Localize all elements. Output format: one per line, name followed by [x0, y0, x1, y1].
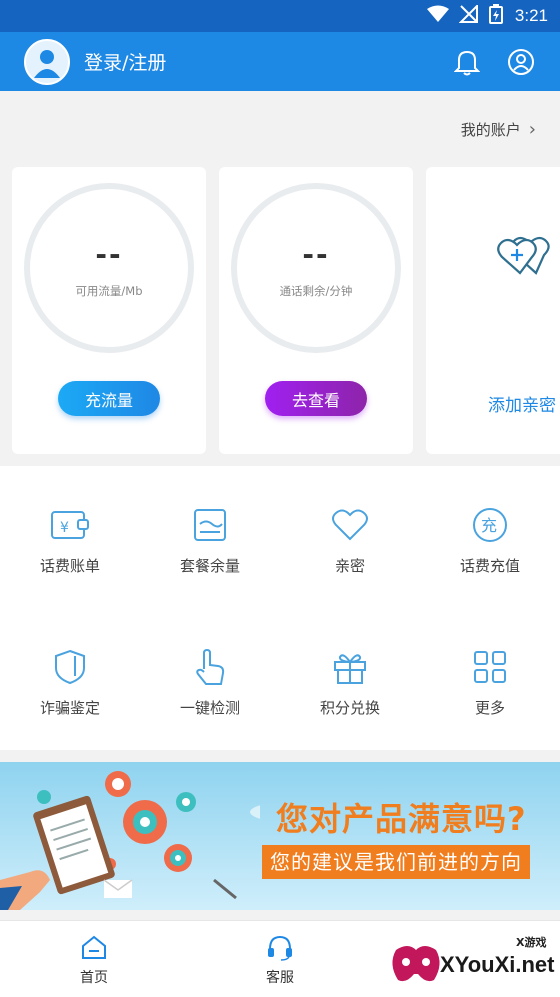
- grid-label: 话费充值: [459, 557, 520, 575]
- grid-item-intimate[interactable]: 亲密: [280, 466, 420, 576]
- grid-item-recharge[interactable]: 充 话费充值: [420, 466, 560, 576]
- watermark-small-text: X游戏: [516, 936, 547, 949]
- svg-text:充: 充: [481, 516, 497, 535]
- recharge-icon: 充: [468, 504, 512, 545]
- gamepad-logo-icon: [392, 946, 440, 982]
- grid-label: 更多: [474, 699, 505, 717]
- tab-customer-service-label: 客服: [266, 970, 294, 986]
- avatar[interactable]: [24, 38, 70, 85]
- bell-icon[interactable]: [452, 47, 482, 77]
- data-usage-value: --: [95, 237, 123, 271]
- data-usage-label: 可用流量/Mb: [75, 283, 143, 298]
- call-minutes-ring: -- 通话剩余/分钟: [231, 183, 401, 353]
- tab-home-label: 首页: [80, 970, 108, 986]
- banner-subtitle: 您的建议是我们前进的方向: [262, 845, 530, 879]
- login-register-link[interactable]: 登录/注册: [84, 48, 428, 75]
- heart-icon: [328, 504, 372, 545]
- view-details-button[interactable]: 去查看: [265, 381, 367, 416]
- app-header: 登录/注册: [0, 32, 560, 91]
- grid-item-one-click-test[interactable]: 一键检测: [140, 608, 280, 718]
- call-minutes-label: 通话剩余/分钟: [279, 283, 353, 298]
- tap-icon: [188, 646, 232, 687]
- add-family-card[interactable]: 添加亲密: [426, 167, 560, 454]
- headset-icon: [266, 933, 294, 961]
- my-account-link[interactable]: 我的账户 ›: [0, 91, 560, 167]
- status-time: 3:21: [514, 6, 548, 25]
- grid-item-fraud-check[interactable]: 诈骗鉴定: [0, 608, 140, 718]
- grid-item-package[interactable]: 套餐余量: [140, 466, 280, 576]
- call-minutes-card: -- 通话剩余/分钟 去查看: [219, 167, 413, 454]
- data-usage-card: -- 可用流量/Mb 充流量: [12, 167, 206, 454]
- data-usage-ring: -- 可用流量/Mb: [24, 183, 194, 353]
- grid-item-more[interactable]: 更多: [420, 608, 560, 718]
- user-avatar-icon: [34, 49, 60, 78]
- chevron-right-icon: ›: [528, 118, 536, 140]
- add-heart-icon: [496, 233, 552, 281]
- function-grid: ¥ 话费账单 套餐余量 亲密 充 话费充值 诈骗鉴定 一键检测 积分兑换 更多: [0, 466, 560, 750]
- grid-item-points-exchange[interactable]: 积分兑换: [280, 608, 420, 718]
- watermark-text: XYouXi.net: [440, 952, 555, 977]
- feedback-banner[interactable]: 您对产品满意吗? 您的建议是我们前进的方向: [0, 762, 560, 910]
- watermark: X游戏 XYouXi.net: [388, 930, 560, 990]
- svg-text:¥: ¥: [60, 520, 69, 536]
- tab-home[interactable]: 首页: [24, 921, 164, 997]
- wallet-icon: ¥: [48, 504, 92, 545]
- shield-icon: [48, 646, 92, 687]
- tab-customer-service[interactable]: 客服: [210, 921, 350, 997]
- banner-illustration: [0, 771, 260, 910]
- banner-title: 您对产品满意吗?: [276, 800, 527, 838]
- no-signal-icon: [458, 3, 479, 28]
- more-icon: [468, 646, 512, 687]
- profile-icon[interactable]: [506, 47, 536, 77]
- wifi-icon: [426, 5, 449, 28]
- add-family-link[interactable]: 添加亲密: [488, 391, 556, 416]
- grid-label: 一键检测: [179, 699, 240, 717]
- package-icon: [188, 504, 232, 545]
- status-bar: 3:21: [0, 0, 560, 32]
- grid-label: 套餐余量: [179, 557, 240, 575]
- grid-label: 诈骗鉴定: [39, 699, 100, 717]
- grid-label: 积分兑换: [319, 699, 380, 717]
- recharge-data-button[interactable]: 充流量: [58, 381, 160, 416]
- gift-icon: [328, 646, 372, 687]
- grid-label: 亲密: [334, 557, 365, 575]
- call-minutes-value: --: [302, 237, 330, 271]
- my-account-label: 我的账户: [460, 120, 521, 139]
- home-icon: [80, 933, 108, 961]
- battery-charging-icon: [488, 3, 503, 29]
- grid-label: 话费账单: [39, 557, 100, 575]
- grid-item-bill[interactable]: ¥ 话费账单: [0, 466, 140, 576]
